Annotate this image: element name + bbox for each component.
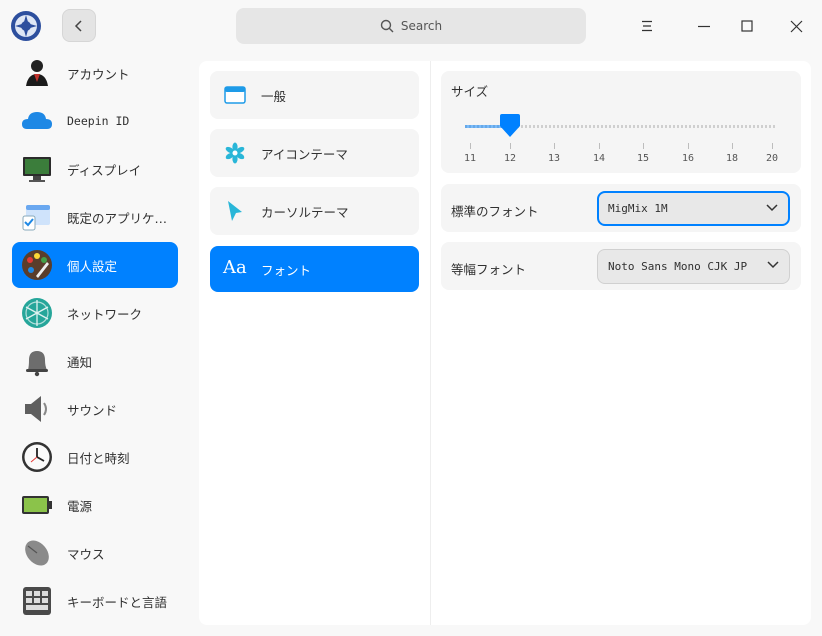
chevron-left-icon	[74, 19, 82, 32]
size-tick	[470, 143, 471, 149]
sidebar-item-display[interactable]: ディスプレイ	[12, 146, 178, 192]
sidebar-item-label: サウンド	[67, 402, 118, 418]
category-label: 一般	[261, 88, 287, 104]
size-tick-label: 11	[463, 153, 477, 164]
sidebar-item-label: ネットワーク	[67, 306, 143, 322]
sidebar-item-label: アカウント	[67, 66, 130, 82]
sidebar: アカウント Deepin ID ディスプレイ 既定のアプリケーション	[0, 52, 190, 636]
sidebar-item-label: Deepin ID	[67, 114, 130, 128]
menu-button[interactable]	[633, 12, 661, 40]
category-icon-theme[interactable]: アイコンテーマ	[210, 129, 419, 177]
cloud-icon	[22, 112, 52, 129]
sidebar-item-deepin-id[interactable]: Deepin ID	[12, 98, 178, 144]
search-placeholder: Search	[400, 19, 443, 33]
size-tick-label: 20	[765, 153, 779, 164]
sidebar-item-keyboard[interactable]: キーボードと言語	[12, 578, 178, 624]
mouse-icon	[25, 540, 49, 566]
default-apps-icon	[22, 205, 50, 231]
sidebar-item-label: 電源	[67, 498, 93, 514]
category-cursor-theme[interactable]: カーソルテーマ	[210, 187, 419, 235]
monospace-font-card: 等幅フォント Noto Sans Mono CJK JP	[441, 242, 801, 290]
sidebar-item-date-time[interactable]: 日付と時刻	[12, 434, 178, 480]
size-tick	[732, 143, 733, 149]
sidebar-item-sound[interactable]: サウンド	[12, 386, 178, 432]
close-icon	[790, 20, 802, 32]
bell-icon	[26, 351, 48, 377]
keyboard-icon	[23, 587, 51, 615]
category-label: アイコンテーマ	[261, 146, 348, 162]
size-tick	[599, 143, 600, 149]
sidebar-item-network[interactable]: ネットワーク	[12, 290, 178, 336]
font-icon: Aa	[223, 257, 247, 278]
category-label: カーソルテーマ	[261, 204, 349, 220]
slider-handle[interactable]	[499, 113, 521, 138]
standard-font-select[interactable]: MigMix 1M	[597, 191, 790, 226]
maximize-button[interactable]	[733, 12, 761, 40]
category-font[interactable]: Aa フォント	[210, 246, 419, 292]
battery-icon	[22, 496, 52, 514]
search-input[interactable]: Search	[236, 8, 586, 44]
panel-divider	[430, 61, 431, 625]
account-icon	[26, 60, 48, 86]
clock-icon	[22, 442, 52, 472]
display-icon	[23, 157, 51, 182]
sidebar-item-label: 通知	[67, 354, 93, 370]
sidebar-item-label: 個人設定	[67, 258, 118, 274]
size-tick-label: 15	[636, 153, 650, 164]
sidebar-item-notifications[interactable]: 通知	[12, 338, 178, 384]
search-icon	[380, 19, 394, 33]
close-button[interactable]	[782, 12, 810, 40]
sidebar-item-label: 日付と時刻	[67, 450, 130, 466]
speaker-icon	[25, 396, 47, 422]
network-icon	[22, 298, 52, 328]
sidebar-item-label: キーボードと言語	[67, 594, 168, 610]
sidebar-item-label: 既定のアプリケーション	[67, 210, 172, 226]
minimize-button[interactable]	[690, 12, 718, 40]
size-tick	[688, 143, 689, 149]
size-tick-label: 13	[547, 153, 561, 164]
sidebar-item-default-apps[interactable]: 既定のアプリケーション	[12, 194, 178, 240]
size-tick-label: 14	[592, 153, 606, 164]
window-icon	[224, 86, 246, 104]
cursor-icon	[228, 201, 242, 221]
sidebar-item-mouse[interactable]: マウス	[12, 530, 178, 576]
maximize-icon	[741, 20, 753, 32]
sidebar-item-personalization[interactable]: 個人設定	[12, 242, 178, 288]
size-tick	[554, 143, 555, 149]
size-tick	[510, 143, 511, 149]
menu-icon	[642, 20, 652, 32]
monospace-font-value: Noto Sans Mono CJK JP	[608, 260, 748, 273]
size-tick-label: 16	[681, 153, 695, 164]
sidebar-item-account[interactable]: アカウント	[12, 50, 178, 96]
monospace-font-select[interactable]: Noto Sans Mono CJK JP	[597, 249, 790, 284]
sidebar-item-label: マウス	[67, 546, 105, 562]
size-tick	[772, 143, 773, 149]
size-tick-label: 18	[725, 153, 739, 164]
sidebar-item-power[interactable]: 電源	[12, 482, 178, 528]
category-label: フォント	[261, 262, 312, 278]
title-bar: Search	[0, 0, 822, 52]
chevron-down-icon	[766, 204, 778, 212]
standard-font-card: 標準のフォント MigMix 1M	[441, 184, 801, 232]
sidebar-item-label: ディスプレイ	[67, 162, 142, 178]
personalization-icon	[22, 250, 52, 280]
chevron-down-icon	[767, 261, 779, 269]
control-center-logo-icon	[10, 10, 42, 42]
minimize-icon	[698, 25, 710, 28]
back-button[interactable]	[62, 9, 96, 42]
size-tick-label: 12	[503, 153, 517, 164]
standard-font-value: MigMix 1M	[608, 202, 668, 215]
icon-theme-icon	[225, 142, 245, 164]
standard-font-label: 標準のフォント	[451, 204, 539, 219]
size-tick	[643, 143, 644, 149]
category-general[interactable]: 一般	[210, 71, 419, 119]
size-label: サイズ	[451, 84, 489, 99]
monospace-font-label: 等幅フォント	[451, 262, 527, 277]
